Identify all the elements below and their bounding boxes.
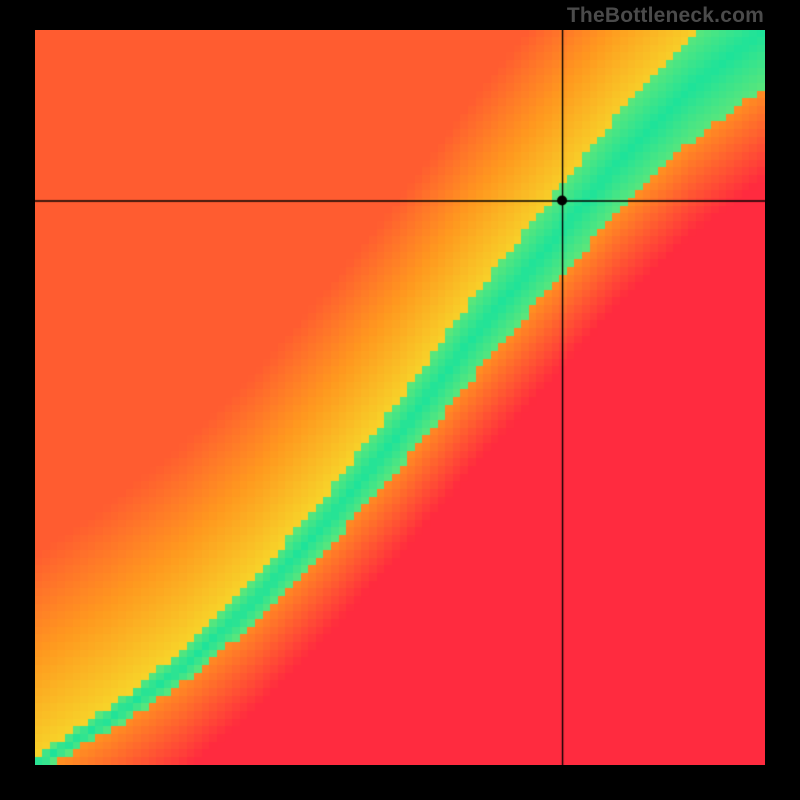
- chart-frame: TheBottleneck.com: [0, 0, 800, 800]
- plot-area: [35, 30, 765, 765]
- bottleneck-heatmap: [35, 30, 765, 765]
- watermark-label: TheBottleneck.com: [567, 4, 764, 28]
